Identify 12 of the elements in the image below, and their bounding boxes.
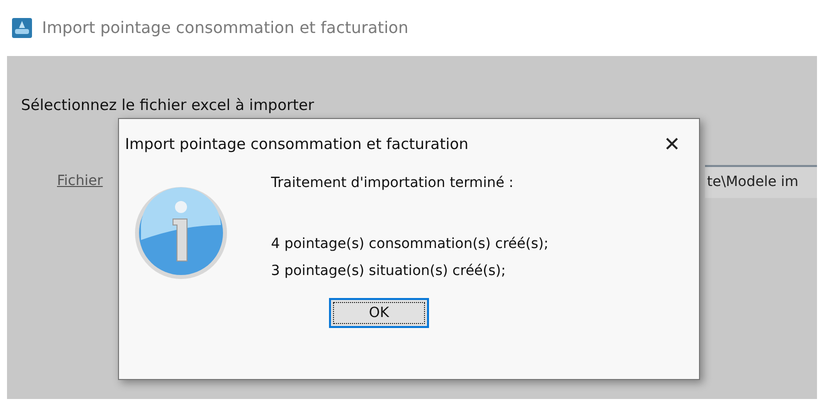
close-button[interactable]: ✕	[657, 129, 687, 159]
file-link[interactable]: Fichier	[57, 170, 103, 192]
dialog-title: Import pointage consommation et facturation	[125, 134, 468, 155]
prompt-label: Sélectionnez le fichier excel à importer	[21, 95, 316, 116]
message-line: 4 pointage(s) consommation(s) créé(s);	[271, 235, 548, 254]
window-title: Import pointage consommation et facturation	[42, 17, 408, 39]
message-line: 3 pointage(s) situation(s) créé(s);	[271, 262, 507, 281]
message-heading: Traitement d'importation terminé :	[271, 174, 514, 193]
app-logo-icon	[12, 18, 32, 38]
ok-button[interactable]: OK	[329, 298, 429, 328]
info-icon	[133, 185, 229, 281]
file-path-field[interactable]: te\Modele im	[705, 164, 817, 198]
